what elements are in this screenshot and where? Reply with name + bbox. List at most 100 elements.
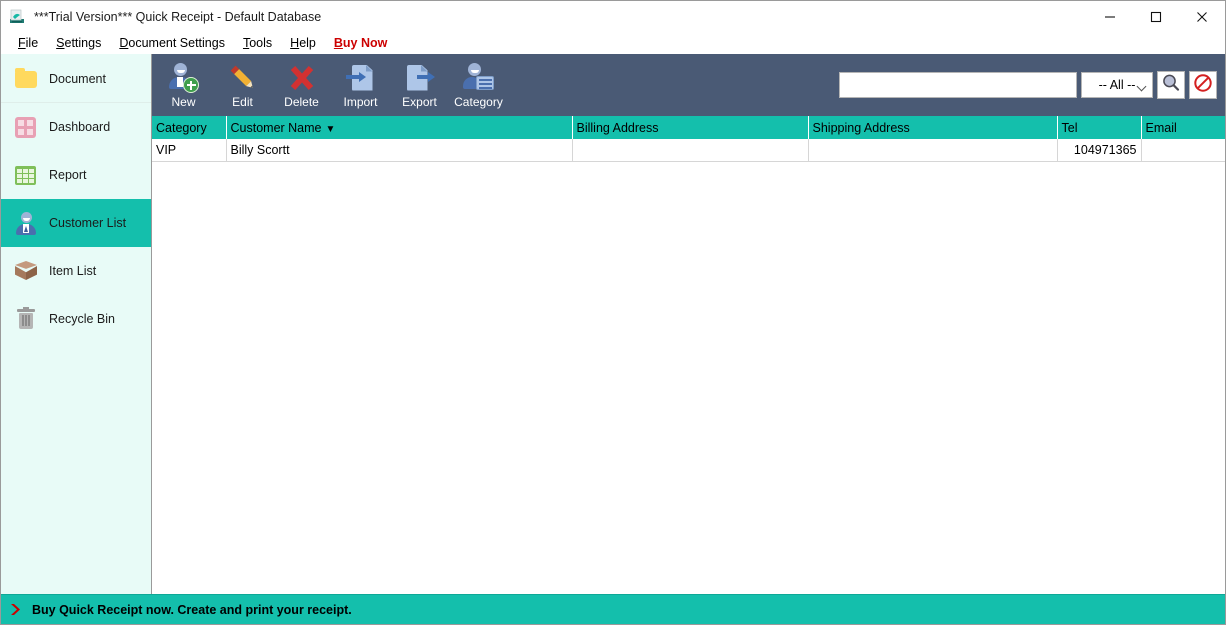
cell-customer-name: Billy Scortt bbox=[226, 139, 573, 162]
red-x-icon bbox=[286, 63, 318, 93]
customer-table-container[interactable]: Category Customer Name ▼ Billing Address … bbox=[152, 116, 1225, 594]
category-button[interactable]: Category bbox=[449, 54, 508, 116]
window-title: ***Trial Version*** Quick Receipt - Defa… bbox=[34, 9, 322, 24]
report-table-icon bbox=[13, 162, 39, 188]
dashboard-grid-icon bbox=[13, 114, 39, 140]
export-button[interactable]: Export bbox=[390, 54, 449, 116]
delete-button[interactable]: Delete bbox=[272, 54, 331, 116]
cell-email bbox=[1141, 139, 1225, 162]
new-button-label: New bbox=[171, 94, 196, 109]
category-button-label: Category bbox=[454, 94, 503, 109]
menu-item-document-settings-rest: ocument Settings bbox=[128, 36, 225, 50]
status-bar-text: Buy Quick Receipt now. Create and print … bbox=[32, 602, 352, 617]
no-entry-icon bbox=[1193, 73, 1213, 98]
main-body: Document Dashboard Report Customer List bbox=[1, 54, 1225, 594]
menu-accel-help: H bbox=[290, 36, 300, 50]
menu-accel-settings: S bbox=[56, 36, 65, 50]
sidebar: Document Dashboard Report Customer List bbox=[1, 54, 152, 594]
column-header-category[interactable]: Category bbox=[152, 116, 227, 139]
sidebar-empty-area bbox=[1, 343, 151, 594]
main-panel: New Edit Delete Import Export Category -… bbox=[152, 54, 1225, 594]
trash-icon bbox=[13, 306, 39, 332]
document-import-icon bbox=[345, 63, 377, 93]
user-card-icon bbox=[462, 62, 495, 93]
import-button[interactable]: Import bbox=[331, 54, 390, 116]
column-header-tel[interactable]: Tel bbox=[1057, 116, 1142, 139]
menu-item-file-rest: ile bbox=[25, 36, 39, 50]
cell-shipping-address bbox=[808, 139, 1058, 162]
edit-button[interactable]: Edit bbox=[213, 54, 272, 116]
menu-item-help[interactable]: Help bbox=[281, 32, 325, 54]
customer-table: Category Customer Name ▼ Billing Address … bbox=[152, 116, 1225, 162]
sidebar-item-recycle-bin[interactable]: Recycle Bin bbox=[1, 295, 151, 343]
maximize-button[interactable] bbox=[1133, 1, 1179, 32]
user-add-icon bbox=[168, 62, 200, 93]
menu-accel-file: F bbox=[18, 36, 26, 50]
customer-person-icon bbox=[13, 210, 39, 236]
import-button-label: Import bbox=[343, 94, 378, 109]
toolbar: New Edit Delete Import Export Category -… bbox=[152, 54, 1225, 116]
sidebar-item-dashboard[interactable]: Dashboard bbox=[1, 103, 151, 151]
red-double-chevron-icon bbox=[9, 602, 24, 617]
new-button[interactable]: New bbox=[154, 54, 213, 116]
menu-item-document-settings[interactable]: Document Settings bbox=[110, 32, 234, 54]
column-header-billing-address-label: Billing Address bbox=[576, 120, 659, 135]
cell-category: VIP bbox=[152, 139, 227, 162]
menu-item-buy-now[interactable]: Buy Now bbox=[325, 32, 396, 54]
chevron-down-icon bbox=[1136, 81, 1147, 92]
clear-search-button[interactable] bbox=[1189, 71, 1217, 99]
close-button[interactable] bbox=[1179, 1, 1225, 32]
column-header-email-label: Email bbox=[1145, 120, 1177, 135]
menu-item-file[interactable]: File bbox=[9, 32, 47, 54]
search-input[interactable] bbox=[839, 72, 1077, 98]
search-filter-select[interactable]: -- All -- bbox=[1081, 72, 1153, 98]
menu-item-buy-now-rest: uy Now bbox=[342, 36, 388, 50]
delete-button-label: Delete bbox=[284, 94, 319, 109]
minimize-button[interactable] bbox=[1087, 1, 1133, 32]
edit-button-label: Edit bbox=[232, 94, 253, 109]
menu-accel-buy-now: B bbox=[333, 36, 343, 50]
search-filter-value: -- All -- bbox=[1098, 78, 1136, 92]
sidebar-item-document-label: Document bbox=[49, 71, 106, 86]
column-header-email[interactable]: Email bbox=[1141, 116, 1225, 139]
pencil-icon bbox=[227, 63, 259, 93]
menu-bar: File Settings Document Settings Tools He… bbox=[1, 32, 1225, 54]
status-bar[interactable]: Buy Quick Receipt now. Create and print … bbox=[1, 594, 1225, 624]
window-controls bbox=[1087, 1, 1225, 32]
menu-item-help-rest: elp bbox=[299, 36, 316, 50]
column-header-tel-label: Tel bbox=[1061, 120, 1078, 135]
box-icon bbox=[13, 258, 39, 284]
table-row[interactable]: VIP Billy Scortt 104971365 bbox=[152, 139, 1225, 162]
column-header-shipping-address-label: Shipping Address bbox=[812, 120, 910, 135]
column-header-category-label: Category bbox=[156, 120, 207, 135]
table-header-row: Category Customer Name ▼ Billing Address … bbox=[152, 116, 1225, 139]
sidebar-item-recycle-bin-label: Recycle Bin bbox=[49, 312, 115, 326]
cell-tel: 104971365 bbox=[1057, 139, 1142, 162]
application-window: ***Trial Version*** Quick Receipt - Defa… bbox=[0, 0, 1226, 625]
sidebar-item-customer-list-label: Customer List bbox=[49, 216, 127, 230]
search-button[interactable] bbox=[1157, 71, 1185, 99]
column-header-customer-name-label: Customer Name bbox=[230, 120, 322, 135]
column-header-shipping-address[interactable]: Shipping Address bbox=[808, 116, 1058, 139]
document-export-icon bbox=[404, 63, 436, 93]
cell-billing-address bbox=[572, 139, 809, 162]
app-receipt-icon bbox=[8, 8, 26, 26]
sidebar-item-report-label: Report bbox=[49, 168, 87, 182]
sidebar-item-document[interactable]: Document bbox=[1, 54, 151, 103]
sidebar-item-report[interactable]: Report bbox=[1, 151, 151, 199]
export-button-label: Export bbox=[402, 94, 437, 109]
menu-item-settings[interactable]: Settings bbox=[47, 32, 110, 54]
title-bar: ***Trial Version*** Quick Receipt - Defa… bbox=[1, 1, 1225, 32]
folder-icon bbox=[13, 66, 39, 92]
magnifier-icon bbox=[1161, 73, 1181, 98]
menu-item-tools[interactable]: Tools bbox=[234, 32, 281, 54]
sidebar-item-item-list-label: Item List bbox=[49, 264, 97, 278]
search-group: -- All -- bbox=[839, 71, 1217, 99]
sidebar-item-dashboard-label: Dashboard bbox=[49, 120, 111, 134]
column-header-customer-name[interactable]: Customer Name ▼ bbox=[226, 116, 573, 139]
sidebar-item-item-list[interactable]: Item List bbox=[1, 247, 151, 295]
column-header-billing-address[interactable]: Billing Address bbox=[572, 116, 809, 139]
sort-descending-icon: ▼ bbox=[325, 123, 336, 135]
menu-item-tools-rest: ools bbox=[249, 36, 273, 50]
sidebar-item-customer-list[interactable]: Customer List bbox=[1, 199, 151, 247]
